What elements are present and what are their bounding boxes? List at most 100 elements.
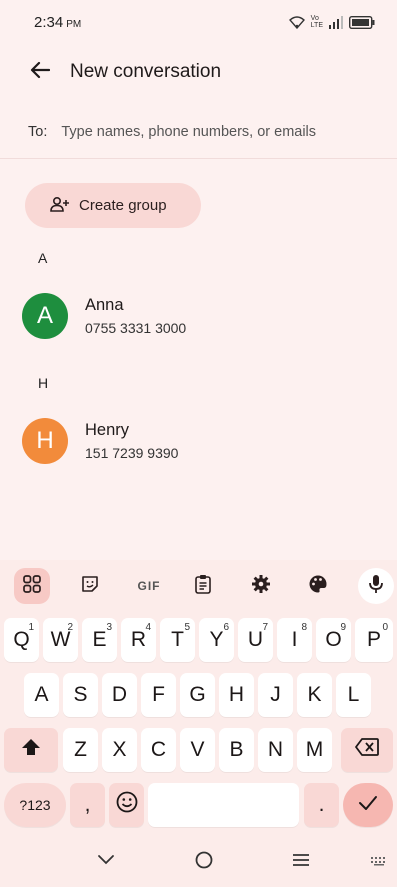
shift-icon	[21, 738, 41, 762]
shift-key[interactable]	[4, 728, 58, 772]
nav-home-button[interactable]	[189, 847, 219, 877]
key-p[interactable]: P0	[355, 618, 393, 662]
key-h[interactable]: H	[219, 673, 254, 717]
keyboard: GIF Q1 W2 E3 R4 T5 Y6 U7 I8 O9 P0 A S D …	[0, 560, 397, 833]
key-b[interactable]: B	[219, 728, 254, 772]
key-label: Q	[13, 628, 30, 651]
status-icons: Vo LTE	[288, 15, 375, 29]
theme-button[interactable]	[300, 568, 336, 604]
key-t[interactable]: T5	[160, 618, 195, 662]
status-time: 2:34 PM	[34, 14, 81, 31]
key-g[interactable]: G	[180, 673, 215, 717]
clipboard-icon	[195, 574, 211, 599]
emoji-icon	[116, 791, 138, 819]
check-icon	[358, 793, 378, 817]
key-x[interactable]: X	[102, 728, 137, 772]
keyboard-icon	[370, 853, 388, 871]
recipient-input[interactable]	[61, 124, 362, 140]
key-alt: 7	[262, 622, 268, 633]
create-group-button[interactable]: Create group	[25, 183, 201, 228]
section-header-h: H	[38, 375, 49, 391]
period-key[interactable]: .	[304, 783, 339, 827]
navigation-bar	[0, 833, 397, 887]
comma-key[interactable]: ,	[70, 783, 105, 827]
battery-icon	[349, 15, 375, 29]
keyboard-apps-button[interactable]	[14, 568, 50, 604]
key-r[interactable]: R4	[121, 618, 156, 662]
arrow-back-icon	[30, 61, 51, 84]
volte-label-bottom: LTE	[310, 22, 323, 29]
key-o[interactable]: O9	[316, 618, 351, 662]
contact-item-henry[interactable]: H Henry 151 7239 9390	[22, 413, 382, 469]
status-bar: 2:34 PM Vo LTE	[0, 0, 397, 44]
space-key[interactable]	[148, 783, 299, 827]
app-bar: New conversation	[0, 44, 397, 100]
symbols-key[interactable]: ?123	[4, 783, 66, 827]
key-a[interactable]: A	[24, 673, 59, 717]
key-alt: 4	[145, 622, 151, 633]
apps-grid-icon	[23, 574, 41, 598]
contact-text: Anna 0755 3331 3000	[85, 296, 186, 336]
key-m[interactable]: M	[297, 728, 332, 772]
back-button[interactable]	[22, 54, 58, 90]
key-label: P	[366, 628, 381, 651]
contact-text: Henry 151 7239 9390	[85, 421, 178, 461]
palette-icon	[308, 574, 328, 599]
key-alt: 3	[106, 622, 112, 633]
key-label: T	[171, 628, 184, 651]
key-z[interactable]: Z	[63, 728, 98, 772]
key-alt: 8	[301, 622, 307, 633]
volte-label-top: Vo	[310, 15, 319, 22]
avatar: A	[22, 293, 68, 339]
nav-menu-button[interactable]	[286, 847, 316, 877]
key-n[interactable]: N	[258, 728, 293, 772]
key-s[interactable]: S	[63, 673, 98, 717]
signal-icon	[329, 15, 343, 29]
emoji-key[interactable]	[109, 783, 144, 827]
group-add-icon	[50, 196, 70, 216]
settings-gear-icon	[251, 574, 271, 599]
key-u[interactable]: U7	[238, 618, 273, 662]
key-y[interactable]: Y6	[199, 618, 234, 662]
key-l[interactable]: L	[336, 673, 371, 717]
key-label: U	[247, 628, 264, 651]
key-alt: 9	[340, 622, 346, 633]
key-k[interactable]: K	[297, 673, 332, 717]
key-alt: 6	[223, 622, 229, 633]
contact-name: Anna	[85, 296, 124, 314]
keyboard-settings-button[interactable]	[243, 568, 279, 604]
key-alt: 1	[28, 622, 34, 633]
backspace-icon	[355, 738, 379, 762]
key-d[interactable]: D	[102, 673, 137, 717]
enter-key[interactable]	[343, 783, 393, 827]
page-title: New conversation	[70, 61, 222, 82]
key-label: Y	[209, 628, 224, 651]
contact-phone: 151 7239 9390	[85, 445, 179, 461]
nav-collapse-keyboard-button[interactable]	[91, 847, 121, 877]
backspace-key[interactable]	[341, 728, 393, 772]
gif-button[interactable]: GIF	[129, 568, 169, 604]
key-c[interactable]: C	[141, 728, 176, 772]
menu-lines-icon	[291, 853, 311, 872]
divider	[0, 158, 397, 159]
recipient-row: To:	[0, 104, 397, 160]
key-f[interactable]: F	[141, 673, 176, 717]
gif-icon: GIF	[137, 579, 161, 593]
key-j[interactable]: J	[258, 673, 293, 717]
sticker-button[interactable]	[72, 568, 108, 604]
key-e[interactable]: E3	[82, 618, 117, 662]
contact-name: Henry	[85, 421, 130, 439]
key-q[interactable]: Q1	[4, 618, 39, 662]
avatar: H	[22, 418, 68, 464]
key-i[interactable]: I8	[277, 618, 312, 662]
contact-item-anna[interactable]: A Anna 0755 3331 3000	[22, 288, 382, 344]
voice-input-button[interactable]	[358, 568, 394, 604]
key-alt: 2	[67, 622, 73, 633]
key-v[interactable]: V	[180, 728, 215, 772]
clock-time: 2:34	[34, 13, 64, 31]
key-w[interactable]: W2	[43, 618, 78, 662]
nav-keyboard-switch-button[interactable]	[364, 847, 394, 877]
clipboard-button[interactable]	[185, 568, 221, 604]
key-alt: 0	[382, 622, 388, 633]
chevron-down-icon	[97, 853, 115, 871]
